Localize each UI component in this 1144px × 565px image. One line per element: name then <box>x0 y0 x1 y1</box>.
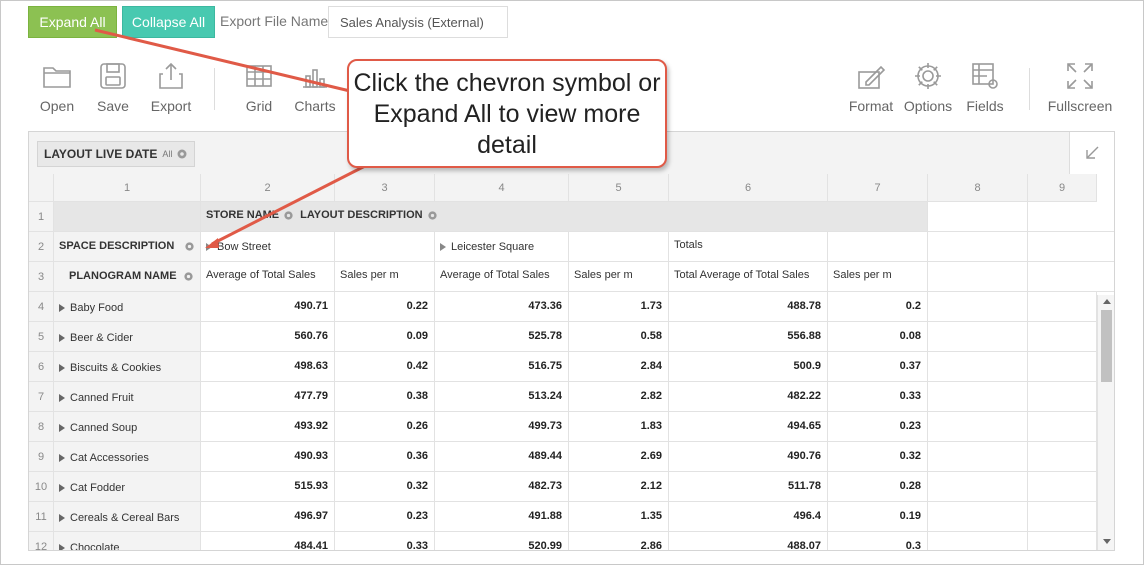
help-callout: Click the chevron symbol or Expand All t… <box>347 59 667 168</box>
